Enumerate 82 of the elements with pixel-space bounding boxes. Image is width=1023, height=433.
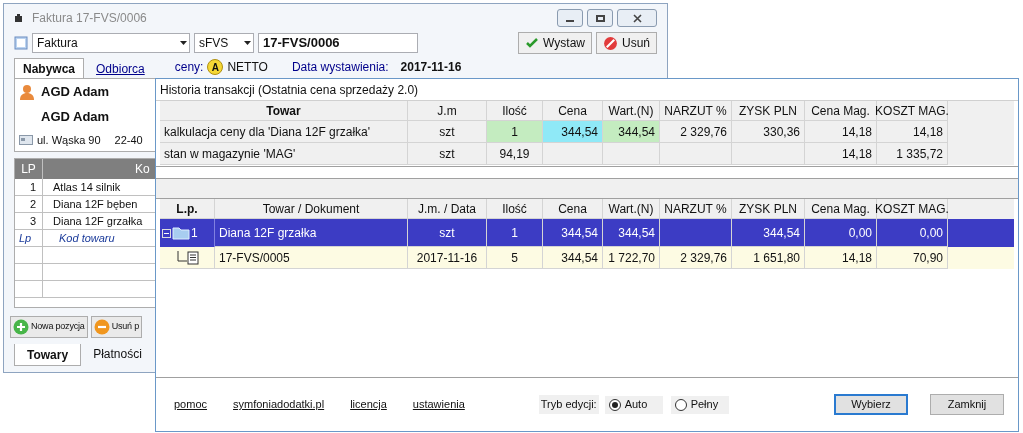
tab[interactable]: Nabywca (14, 58, 85, 78)
table-cell: stan w magazynie 'MAG' (160, 143, 408, 165)
number-field[interactable]: 17-FVS/0006 (258, 33, 418, 53)
close-icon (632, 13, 642, 23)
footer-link[interactable]: symfoniadodatki.pl (233, 396, 325, 413)
series-select[interactable]: sFVS (194, 33, 254, 53)
table-cell (603, 143, 660, 165)
table-cell: 344,54 (603, 121, 660, 143)
tab[interactable]: Płatności (81, 344, 154, 364)
tree-row[interactable]: 17-FVS/0005 2017-11-16 5 344,54 1 722,70 2 329,76 1 651,80 14,18 70,90 (160, 247, 1014, 269)
action-button[interactable]: Nowa pozycja (10, 316, 88, 338)
check-icon (525, 36, 540, 50)
table-cell: 1 (487, 121, 543, 143)
buyer-full-name: AGD Adam (41, 107, 110, 126)
street: ul. Wąska 90 (37, 132, 101, 148)
minus-icon (93, 319, 110, 335)
toolbar-button[interactable]: Wystaw (518, 32, 592, 54)
price-mode-badge: A (207, 59, 224, 75)
table-cell: 2 (15, 195, 43, 213)
tab[interactable]: Odbiorca (88, 60, 153, 78)
action-button[interactable]: Usuń p (90, 316, 142, 338)
collapse-icon[interactable] (162, 228, 171, 238)
table-cell: 94,19 (487, 143, 543, 165)
table-cell-text: Diana 12F bęben (52, 196, 138, 212)
footer-link[interactable]: licencja (350, 396, 387, 413)
issue-date: 2017-11-16 (400, 59, 462, 76)
type-select[interactable]: Faktura (32, 33, 190, 53)
radio-option[interactable]: Pełny (670, 395, 729, 414)
prices-mode: NETTO (227, 59, 268, 76)
toolbar-button[interactable]: Usuń (596, 32, 657, 54)
table-cell: 14,18 (805, 247, 877, 269)
table-cell: szt (408, 143, 487, 165)
table-cell: 70,90 (877, 247, 948, 269)
table-cell: 2 329,76 (660, 247, 732, 269)
postal-code: 22-40 (114, 132, 143, 148)
maximize-button[interactable] (587, 9, 613, 27)
app-icon (14, 13, 24, 23)
minimize-button[interactable] (557, 9, 583, 27)
dialog-button[interactable]: Zamknij (930, 394, 1004, 415)
footer-link[interactable]: pomoc (174, 396, 208, 413)
table-cell: 1 651,80 (732, 247, 805, 269)
footer-link[interactable]: ustawienia (412, 396, 465, 413)
table-cell: 344,54 (543, 121, 603, 143)
table-cell: 3 (15, 212, 43, 230)
table-cell: 2017-11-16 (408, 247, 487, 269)
new-row-placeholder[interactable]: Lp (15, 229, 43, 247)
dropdown-arrow-icon (180, 41, 187, 45)
radio-option[interactable]: Auto (604, 395, 663, 414)
column-header: LP (15, 159, 43, 179)
person-icon (19, 83, 35, 100)
tab[interactable]: Towary (14, 344, 82, 366)
tree-line-icon (177, 250, 187, 265)
table-cell-text: Diana 12F grzałka (52, 213, 143, 229)
folder-icon (172, 226, 190, 240)
document-icon (187, 250, 199, 265)
column-header: Ko (134, 161, 151, 178)
table-cell: 5 (487, 247, 543, 269)
table-cell: 17-FVS/0005 (215, 247, 408, 269)
table-cell: 1 335,72 (877, 143, 948, 165)
close-button[interactable] (617, 9, 657, 27)
dialog-title: Historia transakcji (Ostatnia cena sprzedaży 2.0) (160, 81, 419, 99)
prohibited-icon (603, 35, 618, 51)
table-cell: 1 722,70 (603, 247, 660, 269)
table-cell-text: Atlas 14 silnik (52, 179, 121, 195)
table-cell: 14,18 (805, 143, 877, 165)
address-card-icon (19, 135, 33, 145)
new-row-placeholder[interactable]: Kod towaru (43, 229, 115, 247)
table-cell (543, 143, 603, 165)
document-icon (14, 36, 28, 50)
dropdown-arrow-icon (244, 41, 251, 45)
table-cell: 344,54 (543, 247, 603, 269)
plus-icon (13, 319, 29, 335)
date-label: Data wystawienia: (291, 59, 389, 76)
table-cell (660, 143, 732, 165)
mode-label: Tryb edycji: (538, 395, 599, 414)
tree-row[interactable]: 1 Diana 12F grzałka szt 1 344,54 344,54 344,54 0,00 0,00 (160, 219, 1014, 247)
prices-label: ceny: (174, 59, 204, 76)
table-cell: 1 (15, 178, 43, 196)
buyer-name: AGD Adam (41, 82, 110, 101)
row-number: 1 (191, 225, 198, 242)
window-title: Faktura 17-FVS/0006 (32, 10, 147, 27)
dialog-button[interactable]: Wybierz (834, 394, 908, 415)
